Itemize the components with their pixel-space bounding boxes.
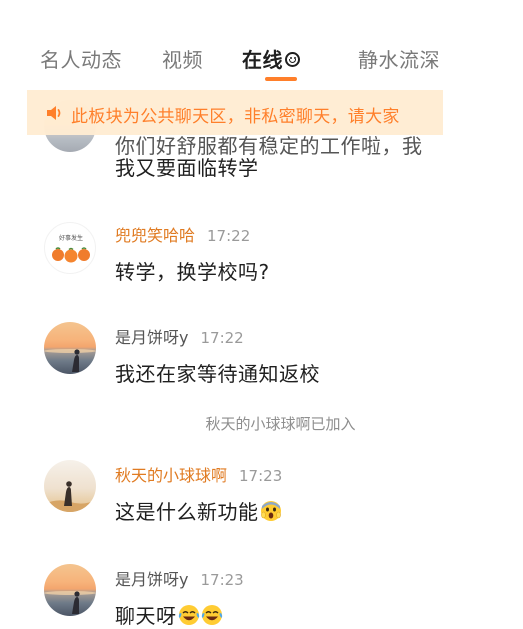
laugh-cry-emoji-icon bbox=[178, 605, 199, 625]
sender-name-label: 是月饼呀y bbox=[115, 570, 189, 589]
sunset-avatar-art bbox=[44, 349, 96, 372]
sender-name[interactable]: 兜兜笑哈哈 17:22 bbox=[115, 222, 250, 246]
message-text: 我又要面临转学 bbox=[115, 156, 259, 180]
tab-bar: 名人动态 视频 在线 静水流深 bbox=[0, 0, 523, 90]
message-time: 17:22 bbox=[207, 227, 251, 245]
system-join-notice: 秋天的小球球啊已加入 bbox=[205, 415, 356, 433]
message-text-label: 这是什么新功能 bbox=[115, 500, 259, 524]
tab-online[interactable]: 在线 bbox=[242, 44, 300, 73]
tab-video[interactable]: 视频 bbox=[162, 44, 203, 73]
message-text: 转学，换学校吗? bbox=[115, 260, 270, 284]
message-text: 这是什么新功能 bbox=[115, 496, 282, 525]
sender-name[interactable]: 秋天的小球球啊 17:23 bbox=[115, 462, 282, 486]
laugh-cry-emoji-icon bbox=[201, 605, 222, 625]
tab-celebrity-updates[interactable]: 名人动态 bbox=[40, 44, 122, 73]
sender-name-label: 兜兜笑哈哈 bbox=[115, 226, 196, 245]
notice-text: 此板块为公共聊天区，非私密聊天，请大家 bbox=[71, 107, 400, 127]
sender-name-label: 是月饼呀y bbox=[115, 328, 189, 347]
active-tab-indicator bbox=[265, 77, 297, 81]
sender-name[interactable]: 是月饼呀y 17:22 bbox=[115, 324, 244, 348]
speaker-icon bbox=[47, 106, 61, 120]
sunset-avatar-art bbox=[44, 591, 96, 614]
message-time: 17:23 bbox=[239, 467, 283, 485]
avatar-caption: 好事发生 bbox=[59, 234, 83, 242]
message-text: 聊天呀 bbox=[115, 600, 223, 629]
avatar[interactable] bbox=[44, 460, 96, 512]
tab-still-water[interactable]: 静水流深 bbox=[358, 44, 440, 73]
avatar[interactable] bbox=[44, 322, 96, 374]
message-time: 17:22 bbox=[200, 329, 244, 347]
tab-online-label: 在线 bbox=[242, 48, 283, 72]
avatar[interactable]: 好事发生 bbox=[44, 222, 96, 274]
beige-avatar-art bbox=[44, 481, 96, 512]
sender-name-label: 秋天的小球球啊 bbox=[115, 466, 228, 485]
public-chat-notice: 此板块为公共聊天区，非私密聊天，请大家 bbox=[27, 90, 443, 135]
message-time: 17:23 bbox=[200, 571, 244, 589]
smile-icon bbox=[285, 52, 300, 67]
oranges-avatar-art: 好事发生 bbox=[52, 234, 90, 263]
scream-emoji-icon bbox=[260, 501, 281, 521]
message-text-label: 聊天呀 bbox=[115, 604, 177, 628]
message-text: 我还在家等待通知返校 bbox=[115, 362, 320, 386]
sender-name[interactable]: 是月饼呀y 17:23 bbox=[115, 566, 244, 590]
avatar[interactable] bbox=[44, 564, 96, 616]
